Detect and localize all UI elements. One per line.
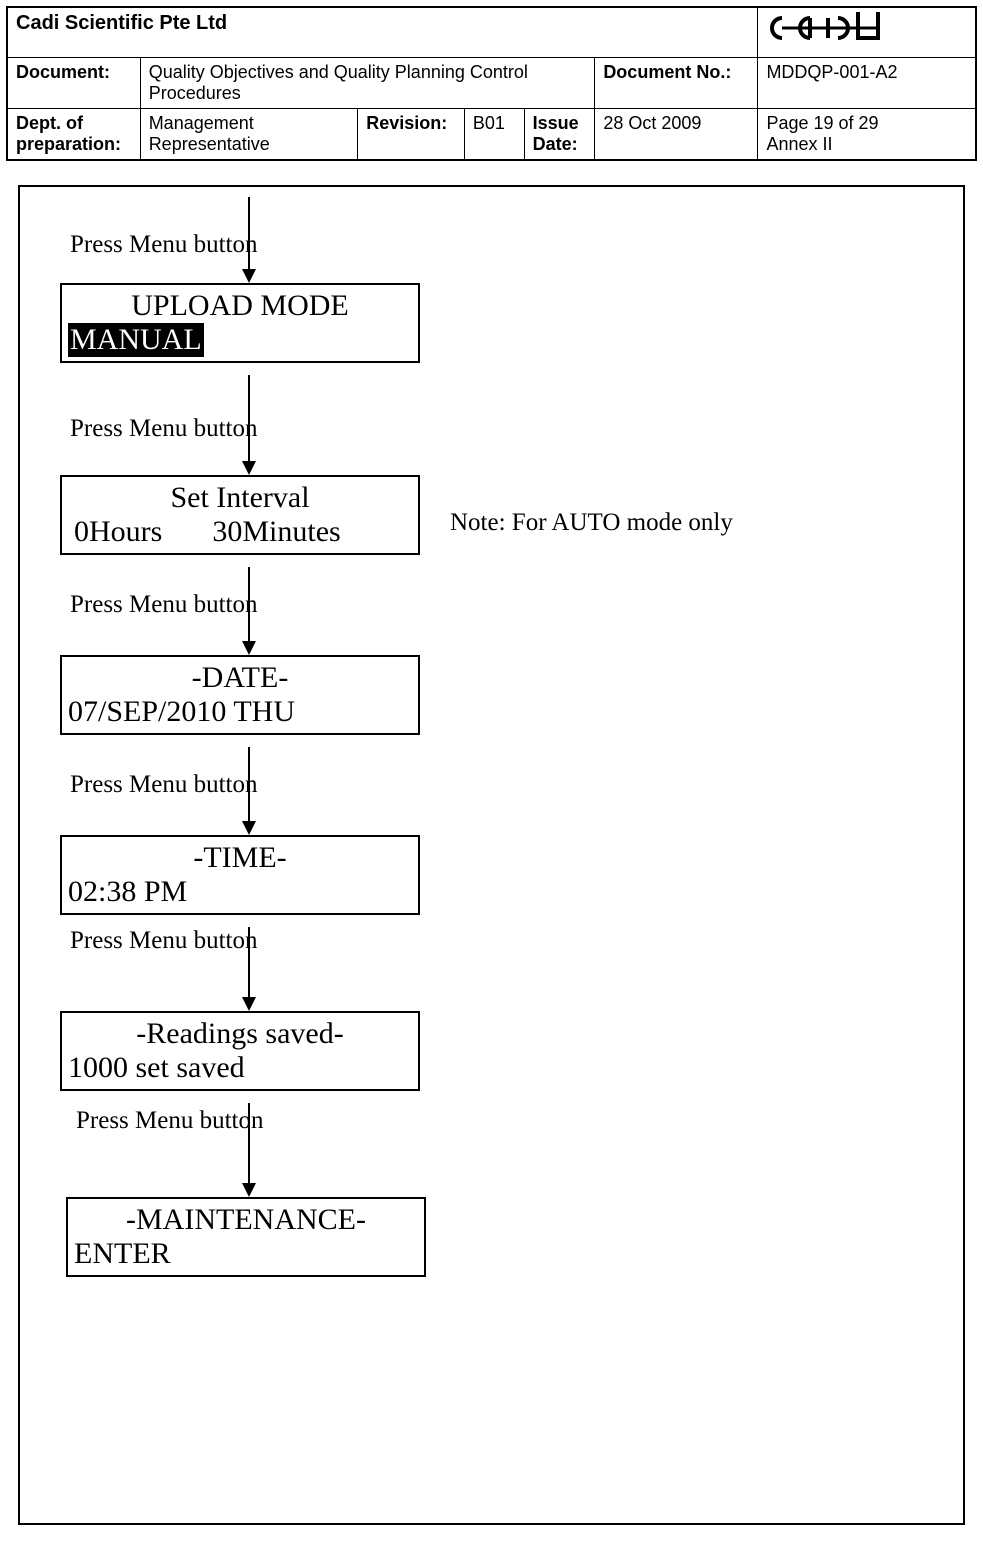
arrow-head-icon [242, 821, 256, 835]
arrow-head-icon [242, 641, 256, 655]
screen-value: ENTER [74, 1237, 418, 1271]
page-border: Cadi Scientific Pte Ltd Document: Qualit… [6, 6, 977, 161]
content-border: Press Menu button UPLOAD MODE MANUAL Pre… [18, 185, 965, 1525]
arrow-head-icon [242, 461, 256, 475]
screen-value: 07/SEP/2010 THU [68, 695, 412, 729]
arrow-head-icon [242, 1183, 256, 1197]
screen-title: -Readings saved- [68, 1017, 412, 1051]
document-header-table: Cadi Scientific Pte Ltd Document: Qualit… [7, 7, 976, 160]
revision-label: Revision: [358, 109, 465, 160]
company-name: Cadi Scientific Pte Ltd [8, 8, 758, 58]
page-info: Page 19 of 29 Annex II [758, 109, 976, 160]
document-label: Document: [8, 58, 141, 109]
step-label: Press Menu button [70, 591, 258, 619]
screen-title: -TIME- [68, 841, 412, 875]
auto-mode-note: Note: For AUTO mode only [450, 509, 733, 537]
step-label: Press Menu button [76, 1107, 264, 1135]
document-no-value: MDDQP-001-A2 [758, 58, 976, 109]
issue-date-value: 28 Oct 2009 [595, 109, 758, 160]
screen-value-highlight: MANUAL [68, 323, 204, 357]
document-no-label: Document No.: [595, 58, 758, 109]
interval-minutes: 30Minutes [212, 515, 340, 549]
step-label: Press Menu button [70, 231, 258, 259]
screen-time: -TIME- 02:38 PM [60, 835, 420, 915]
screen-title: UPLOAD MODE [68, 289, 412, 323]
step-label: Press Menu button [70, 771, 258, 799]
cadi-logo-icon [766, 12, 896, 48]
dept-value: Management Representative [140, 109, 358, 160]
logo-cell [758, 8, 976, 58]
screen-upload-mode: UPLOAD MODE MANUAL [60, 283, 420, 363]
screen-readings-saved: -Readings saved- 1000 set saved [60, 1011, 420, 1091]
screen-date: -DATE- 07/SEP/2010 THU [60, 655, 420, 735]
screen-title: Set Interval [68, 481, 412, 515]
page-number: Page 19 of 29 [766, 113, 878, 133]
issue-date-label: Issue Date: [524, 109, 595, 160]
screen-title: -MAINTENANCE- [74, 1203, 418, 1237]
arrow-head-icon [242, 269, 256, 283]
arrow-head-icon [242, 997, 256, 1011]
screen-title: -DATE- [68, 661, 412, 695]
dept-label: Dept. of preparation: [8, 109, 141, 160]
annex-label: Annex II [766, 134, 832, 154]
document-title: Quality Objectives and Quality Planning … [140, 58, 595, 109]
screen-maintenance: -MAINTENANCE- ENTER [66, 1197, 426, 1277]
revision-value: B01 [464, 109, 524, 160]
interval-hours: 0Hours [74, 515, 162, 549]
screen-value: 02:38 PM [68, 875, 412, 909]
screen-value: 1000 set saved [68, 1051, 412, 1085]
screen-set-interval: Set Interval 0Hours 30Minutes [60, 475, 420, 555]
step-label: Press Menu button [70, 415, 258, 443]
step-label: Press Menu button [70, 927, 258, 955]
